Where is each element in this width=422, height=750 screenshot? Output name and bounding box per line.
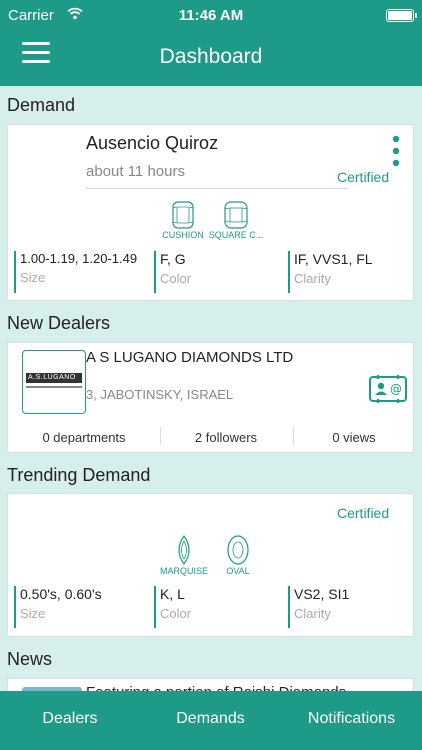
trending-size-label: Size: [20, 606, 46, 621]
status-time: 11:46 AM: [178, 7, 244, 24]
tab-notifications[interactable]: Notifications: [281, 710, 422, 728]
section-title-trending-demand: Trending Demand: [7, 465, 151, 485]
dealer-address: 3, JABOTINSKY, ISRAEL: [86, 387, 234, 402]
page-title: Dashboard: [159, 45, 263, 68]
shape-label-cushion: CUSHION: [162, 230, 204, 240]
square-cushion-shape-icon: SQUARE C...: [206, 200, 266, 240]
demand-color-value: F, G: [160, 251, 186, 267]
marquise-shape-icon: MARQUISE: [158, 534, 210, 576]
status-bar: Carrier 11:46 AM: [0, 6, 422, 26]
trending-demand-card[interactable]: Certified MARQUISE OVAL 0.50's, 0.60's S…: [7, 493, 414, 637]
trending-color-value: K, L: [160, 586, 185, 602]
battery-icon: [386, 9, 417, 22]
tab-demands[interactable]: Demands: [140, 710, 281, 728]
oval-shape-icon: OVAL: [218, 534, 258, 576]
section-title-new-dealers: New Dealers: [7, 313, 111, 333]
dealer-views: 0 views: [332, 430, 376, 445]
trending-clarity-label: Clarity: [294, 606, 331, 621]
section-title-news: News: [7, 649, 53, 669]
shape-label-square-cushion: SQUARE C...: [208, 230, 264, 240]
shape-label-marquise: MARQUISE: [159, 566, 208, 576]
section-title-demand: Demand: [7, 95, 76, 115]
demand-color-label: Color: [160, 271, 192, 286]
demand-clarity-metric: IF, VVS1, FL Clarity: [288, 251, 373, 293]
cushion-shape-icon: CUSHION: [160, 200, 206, 240]
dealer-logo-text: A.S.LUGANO: [28, 374, 76, 381]
demand-size-label: Size: [20, 270, 46, 285]
shape-label-oval: OVAL: [226, 566, 250, 576]
demand-clarity-value: IF, VVS1, FL: [294, 251, 373, 267]
trending-certified-badge: Certified: [337, 505, 390, 521]
app-header: Carrier 11:46 AM Dashboard: [0, 0, 422, 86]
trending-clarity-metric: VS2, SI1 Clarity: [288, 586, 349, 628]
demand-color-metric: F, G Color: [154, 251, 191, 293]
dealer-name: A S LUGANO DIAMONDS LTD: [86, 349, 294, 366]
demand-clarity-label: Clarity: [294, 271, 331, 286]
demand-size-value: 1.00-1.19, 1.20-1.49: [20, 251, 138, 266]
trending-size-value: 0.50's, 0.60's: [20, 586, 102, 602]
trending-color-label: Color: [160, 606, 192, 621]
svg-text:@: @: [390, 382, 402, 396]
demand-customer-name: Ausencio Quiroz: [86, 133, 219, 153]
demand-certified-badge: Certified: [337, 169, 390, 185]
dealer-departments: 0 departments: [42, 430, 126, 445]
demand-size-metric: 1.00-1.19, 1.20-1.49 Size: [14, 251, 137, 293]
dealer-followers[interactable]: 2 followers: [160, 430, 292, 445]
contact-card-icon[interactable]: @: [368, 373, 408, 410]
dealer-logo: A.S.LUGANO: [22, 350, 86, 414]
demand-time: about 11 hours: [86, 163, 185, 180]
demand-card[interactable]: Ausencio Quiroz about 11 hours Certified…: [7, 124, 414, 301]
bottom-tab-bar: Dealers Demands Notifications: [0, 691, 422, 750]
more-options-icon[interactable]: [392, 135, 400, 172]
trending-size-metric: 0.50's, 0.60's Size: [14, 586, 102, 628]
trending-clarity-value: VS2, SI1: [294, 586, 350, 602]
tab-dealers[interactable]: Dealers: [0, 710, 140, 728]
trending-color-metric: K, L Color: [154, 586, 191, 628]
dealer-card[interactable]: A.S.LUGANO A S LUGANO DIAMONDS LTD 3, JA…: [7, 342, 414, 453]
